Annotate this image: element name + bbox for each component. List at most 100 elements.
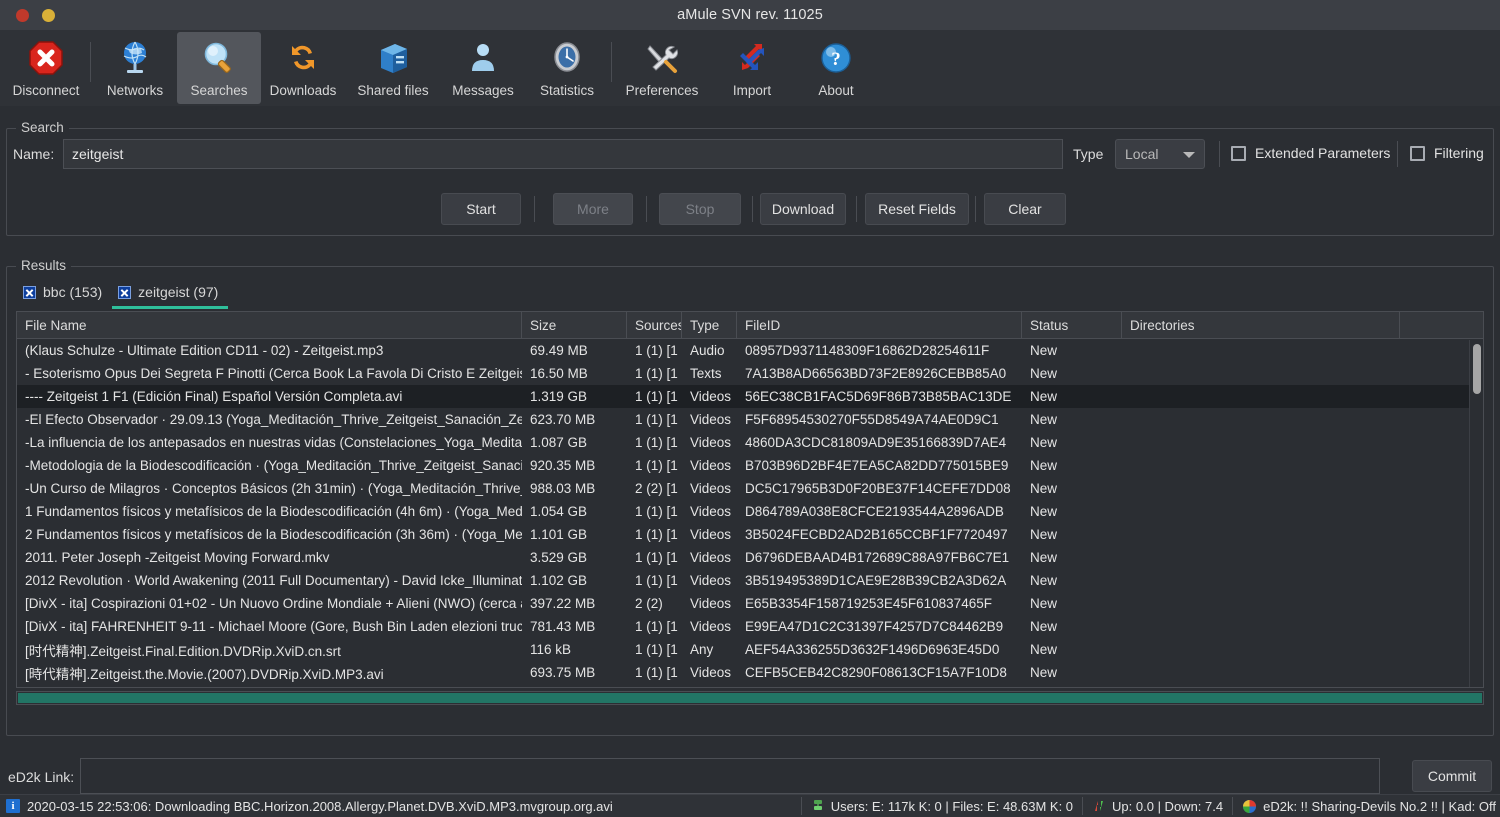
cell-status: New — [1030, 665, 1058, 680]
search-type-select[interactable]: Local — [1115, 139, 1205, 169]
cell-status: New — [1030, 527, 1058, 542]
table-row[interactable]: [時代精神].Zeitgeist.the.Movie.(2007).DVDRip… — [17, 661, 1483, 684]
toolbar-item-shared-files[interactable]: Shared files — [345, 32, 441, 104]
column-header-sources[interactable]: Sources — [627, 312, 682, 338]
results-tab-zeitgeist[interactable]: zeitgeist (97) — [112, 284, 229, 309]
table-row[interactable]: [DivX - ita] FAHRENHEIT 9-11 - Michael M… — [17, 615, 1483, 638]
divider — [1082, 797, 1084, 815]
status-speed-text: Up: 0.0 | Down: 7.4 — [1112, 798, 1224, 814]
column-header-type[interactable]: Type — [682, 312, 737, 338]
cell-type: Audio — [690, 343, 725, 358]
cell-size: 1.054 GB — [530, 504, 588, 519]
divider — [1232, 797, 1234, 815]
cell-name: - Esoterismo Opus Dei Segreta F Pinotti … — [25, 366, 522, 381]
cell-sources: 1 (1) [1 — [635, 366, 678, 381]
toolbar-item-about[interactable]: ? About — [794, 32, 878, 104]
cell-fileid: 7A13B8AD66563BD73F2E8926CEBB85A0 — [745, 366, 1007, 381]
toolbar-item-statistics[interactable]: Statistics — [525, 32, 609, 104]
table-row[interactable]: [DivX - ita] Cospirazioni 01+02 - Un Nuo… — [17, 592, 1483, 615]
search-name-input[interactable] — [63, 139, 1063, 169]
toolbar-item-downloads[interactable]: Downloads — [261, 32, 345, 104]
cell-sources: 1 (1) [1 — [635, 573, 678, 588]
table-row[interactable]: 2 Fundamentos físicos y metafísicos de l… — [17, 523, 1483, 546]
toolbar-divider — [611, 42, 612, 82]
column-header-directories[interactable]: Directories — [1122, 312, 1400, 338]
table-row[interactable]: -Un Curso de Milagros · Conceptos Básico… — [17, 477, 1483, 500]
column-header-status[interactable]: Status — [1022, 312, 1122, 338]
divider — [800, 797, 802, 815]
table-row[interactable]: (Klaus Schulze - Ultimate Edition CD11 -… — [17, 339, 1483, 362]
close-tab-icon[interactable] — [118, 285, 132, 299]
question-icon: ? — [816, 38, 856, 78]
magnifier-icon — [199, 38, 239, 78]
download-button[interactable]: Download — [760, 193, 846, 225]
toolbar-item-label: Networks — [106, 83, 164, 98]
cell-status: New — [1030, 366, 1058, 381]
table-row[interactable]: [時代精神].Zeitgeist.the.Movie.(2007).DVDRip… — [17, 684, 1483, 687]
cell-fileid: D6796DEBAAD4B172689C88A97FB6C7E1 — [745, 550, 1010, 565]
commit-button[interactable]: Commit — [1412, 760, 1492, 792]
cell-type: Videos — [690, 550, 732, 565]
toolbar-item-messages[interactable]: Messages — [441, 32, 525, 104]
cell-size: 116 kB — [530, 642, 572, 657]
cell-type: Any — [690, 642, 714, 657]
table-row[interactable]: 2012 Revolution · World Awakening (2011 … — [17, 569, 1483, 592]
cell-name: [DivX - ita] Cospirazioni 01+02 - Un Nuo… — [25, 596, 522, 611]
table-row[interactable]: [时代精神].Zeitgeist.Final.Edition.DVDRip.Xv… — [17, 638, 1483, 661]
results-list: File Name Size Sources Type FileID Status Dire… — [16, 311, 1484, 688]
results-tab-bbc[interactable]: bbc (153) — [17, 284, 112, 309]
results-panel: Results bbc (153) zeitgeist (97) File Nam… — [6, 258, 1494, 736]
column-header-fileid[interactable]: FileID — [737, 312, 1022, 338]
search-type-label: Type — [1073, 146, 1104, 162]
status-speed-segment: Up: 0.0 | Down: 7.4 — [1092, 799, 1223, 814]
file-cabinet-icon — [373, 38, 413, 78]
cell-size: 1.102 GB — [530, 573, 588, 588]
cell-name: -El Efecto Observador · 29.09.13 (Yoga_M… — [25, 412, 522, 427]
table-row[interactable]: - Esoterismo Opus Dei Segreta F Pinotti … — [17, 362, 1483, 385]
table-row[interactable]: 1 Fundamentos físicos y metafísicos de l… — [17, 500, 1483, 523]
cell-size: 69.49 MB — [530, 343, 588, 358]
cell-status: New — [1030, 389, 1058, 404]
toolbar-item-import[interactable]: Import — [710, 32, 794, 104]
cell-type: Videos — [690, 573, 732, 588]
cell-status: New — [1030, 596, 1058, 611]
search-panel: Search Name: Type Local Extended Paramet… — [6, 120, 1494, 236]
status-users-text: Users: E: 117k K: 0 | Files: E: 48.63M K… — [830, 798, 1074, 814]
cell-name: -La influencia de los antepasados en nue… — [25, 435, 522, 450]
column-header-file-name[interactable]: File Name — [17, 312, 522, 338]
toolbar-item-disconnect[interactable]: Disconnect — [4, 32, 88, 104]
toolbar-item-searches[interactable]: Searches — [177, 32, 261, 104]
cell-fileid: DC5C17965B3D0F20BE37F14CEFE7DD08 — [745, 481, 1011, 496]
clear-button[interactable]: Clear — [984, 193, 1066, 225]
cell-status: New — [1030, 458, 1058, 473]
cell-sources: 2 (2) [1 — [635, 481, 678, 496]
reset-fields-button[interactable]: Reset Fields — [865, 193, 969, 225]
cell-status: New — [1030, 550, 1058, 565]
cell-status: New — [1030, 435, 1058, 450]
cell-type: Videos — [690, 389, 732, 404]
results-list-body[interactable]: (Klaus Schulze - Ultimate Edition CD11 -… — [17, 339, 1483, 687]
toolbar-item-preferences[interactable]: Preferences — [614, 32, 710, 104]
button-divider — [534, 196, 535, 222]
scrollbar-thumb[interactable] — [1473, 344, 1481, 394]
cell-type: Videos — [690, 481, 732, 496]
table-row[interactable]: -Metodologia de la Biodescodificación · … — [17, 454, 1483, 477]
search-type-value: Local — [1125, 146, 1159, 162]
ed2k-link-input[interactable] — [80, 758, 1380, 794]
up-down-arrows-icon — [1095, 801, 1104, 811]
column-header-size[interactable]: Size — [522, 312, 627, 338]
table-row[interactable]: ---- Zeitgeist 1 F1 (Edición Final) Espa… — [17, 385, 1483, 408]
extended-parameters-checkbox[interactable]: Extended Parameters — [1231, 145, 1390, 161]
close-tab-icon[interactable] — [23, 285, 36, 299]
stop-button: Stop — [659, 193, 741, 225]
cell-fileid: AEF54A336255D3632F1496D6963E45D0 — [745, 642, 1000, 657]
start-button[interactable]: Start — [441, 193, 521, 225]
filtering-checkbox[interactable]: Filtering — [1410, 145, 1484, 161]
cell-size: 1.101 GB — [530, 527, 588, 542]
table-row[interactable]: -La influencia de los antepasados en nue… — [17, 431, 1483, 454]
toolbar-item-networks[interactable]: Networks — [93, 32, 177, 104]
results-vertical-scrollbar[interactable] — [1469, 340, 1483, 687]
table-row[interactable]: -El Efecto Observador · 29.09.13 (Yoga_M… — [17, 408, 1483, 431]
table-row[interactable]: 2011. Peter Joseph -Zeitgeist Moving For… — [17, 546, 1483, 569]
cell-status: New — [1030, 504, 1058, 519]
